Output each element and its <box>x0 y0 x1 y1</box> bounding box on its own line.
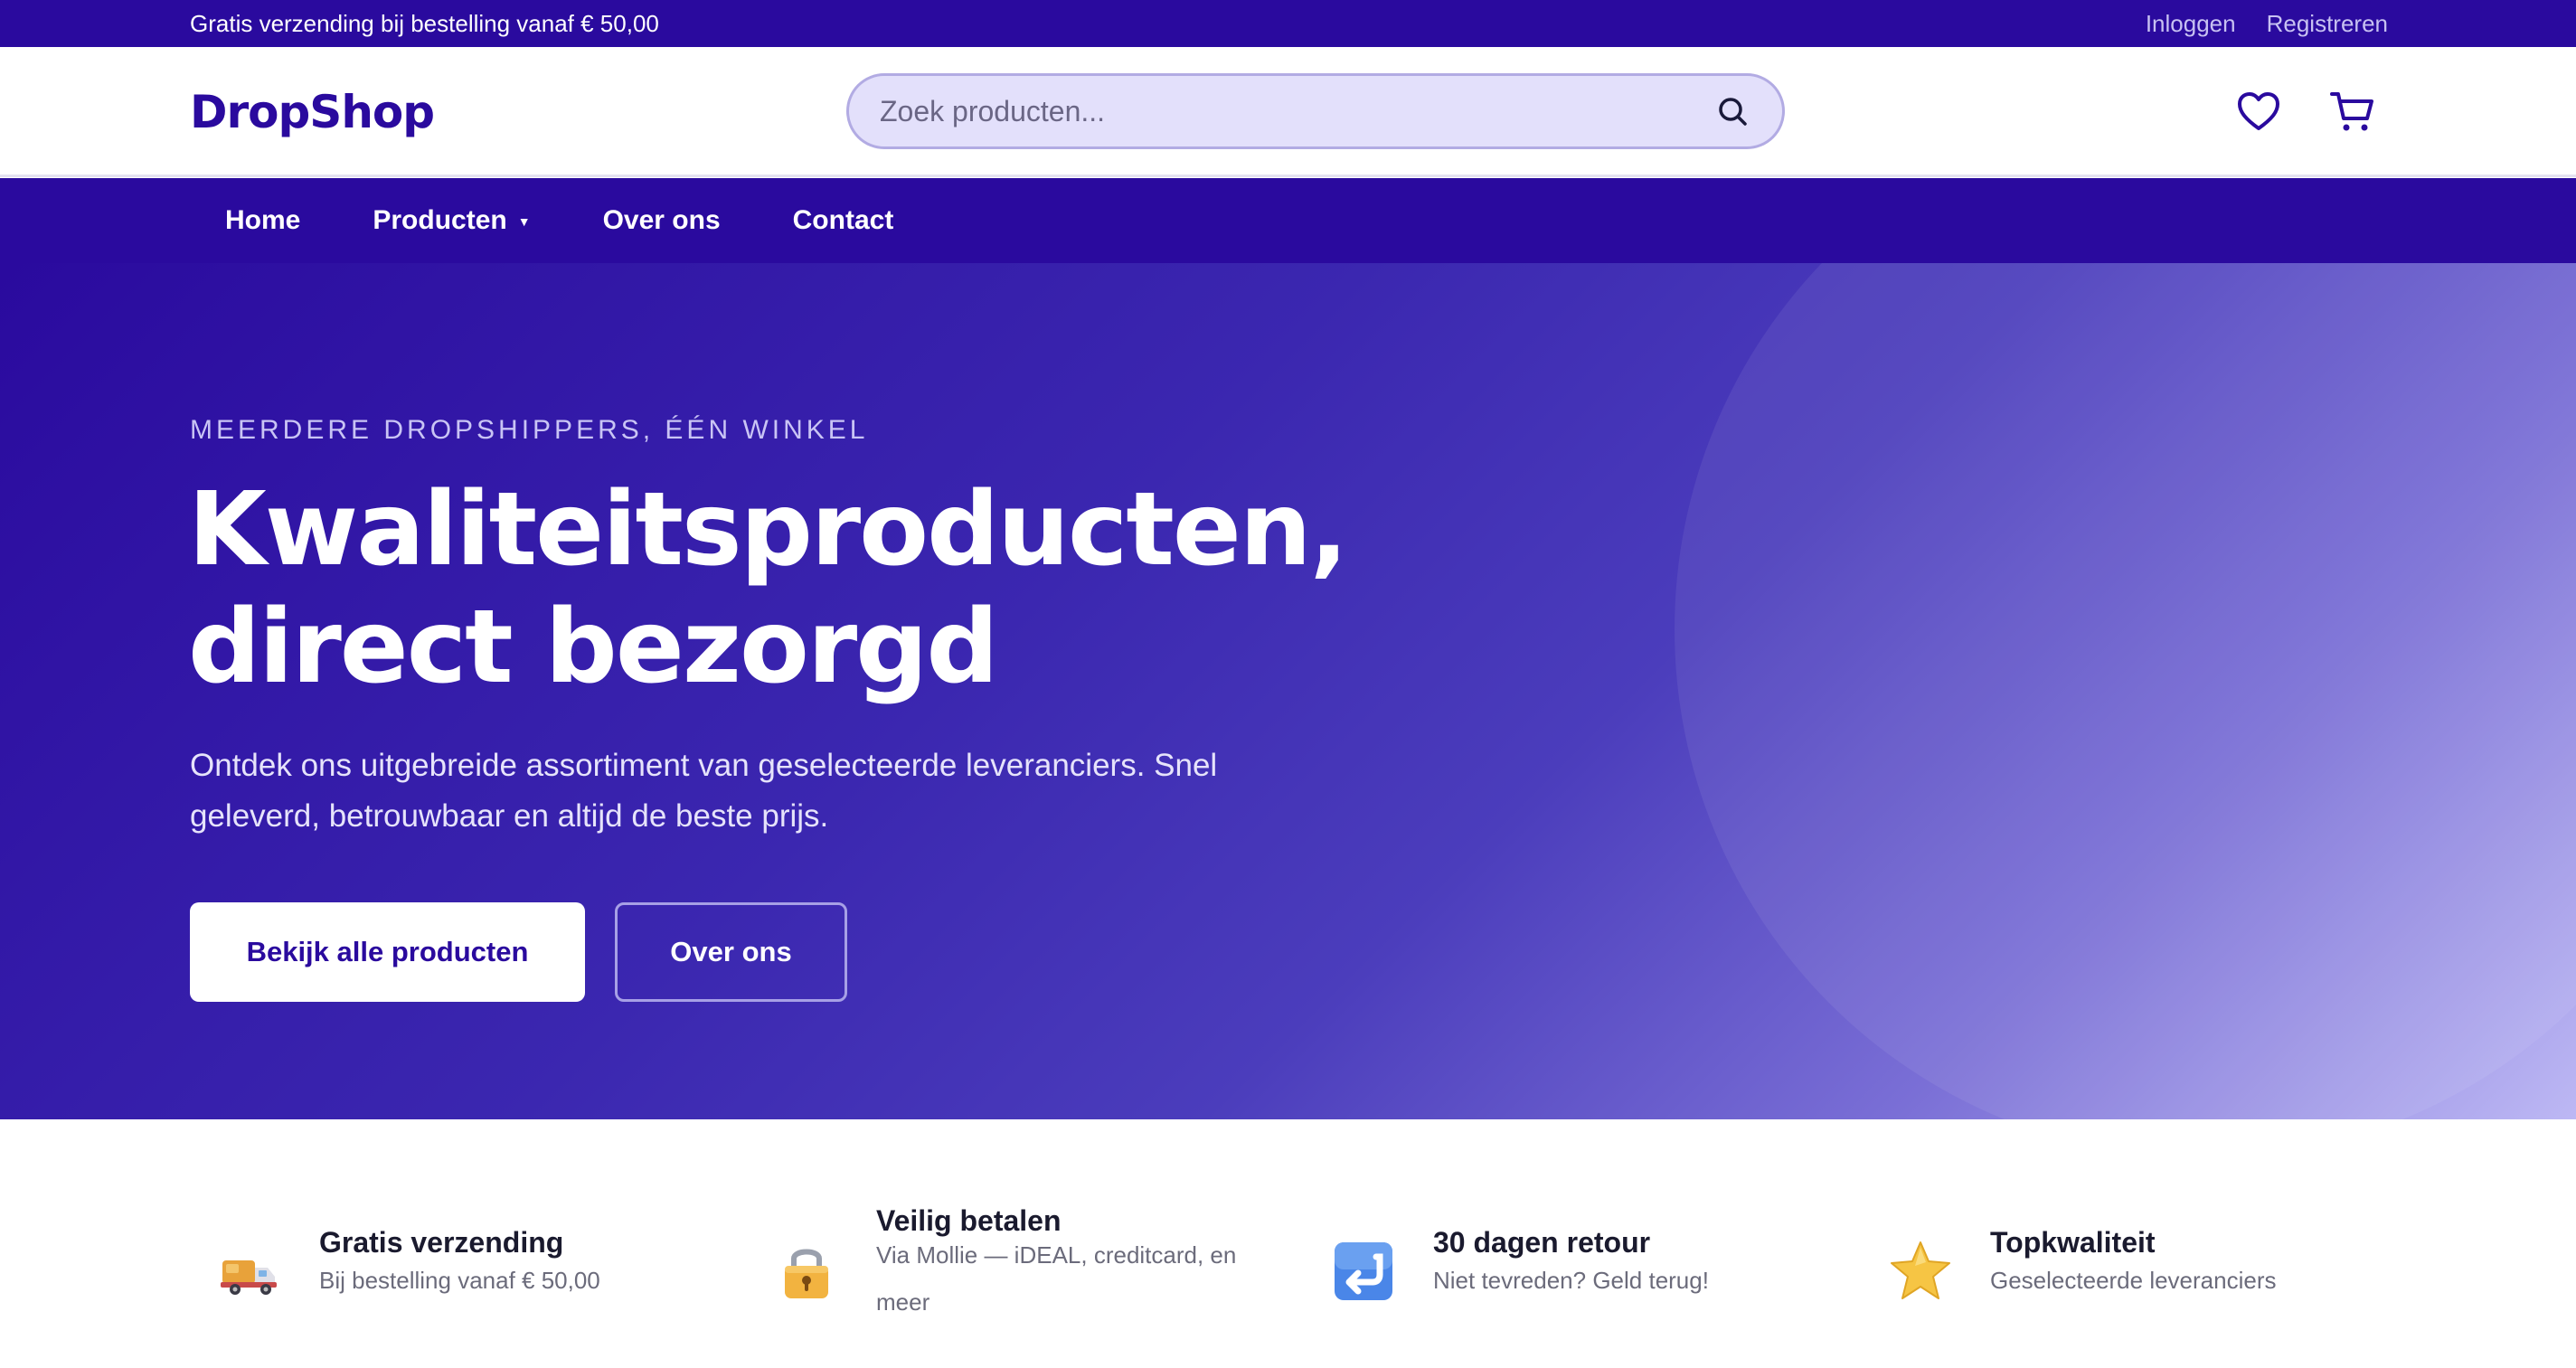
nav-item-label: Home <box>225 205 301 235</box>
nav-item-producten[interactable]: Producten ▼ <box>373 205 530 236</box>
cart-icon[interactable] <box>2329 89 2376 136</box>
features-strip: Gratis verzending Bij bestelling vanaf €… <box>0 1119 2576 1368</box>
feature-description: Niet tevreden? Geld terug! <box>1433 1267 1709 1294</box>
login-link[interactable]: Inloggen <box>2146 7 2236 40</box>
hero-lead: Ontdek ons uitgebreide assortiment van g… <box>190 741 1275 842</box>
nav-list: Home Producten ▼ Over ons Contact <box>225 178 893 263</box>
feature-title: Gratis verzending <box>319 1226 564 1259</box>
nav-item-contact[interactable]: Contact <box>793 205 894 236</box>
feature-free-shipping: Gratis verzending Bij bestelling vanaf €… <box>190 1119 696 1368</box>
decorative-circle <box>1675 263 2576 1119</box>
hero-title-line-1: Kwaliteitsproducten, <box>188 471 1348 589</box>
search-input[interactable] <box>880 89 1694 134</box>
nav-item-label: Contact <box>792 205 894 235</box>
feature-description: Geselecteerde leveranciers <box>1990 1267 2277 1294</box>
caret-down-icon: ▼ <box>517 214 531 229</box>
feature-title: 30 dagen retour <box>1433 1226 1651 1259</box>
hero-lead-line-2: geleverd, betrouwbaar en altijd de beste… <box>190 798 829 834</box>
hero-title: Kwaliteitsproducten, direct bezorgd <box>188 471 1544 706</box>
nav-item-label: Over ons <box>602 205 721 235</box>
hero-section: MEERDERE DROPSHIPPERS, ÉÉN WINKEL Kwalit… <box>0 263 2576 1119</box>
register-link[interactable]: Registreren <box>2267 7 2388 40</box>
free-shipping-promo: Gratis verzending bij bestelling vanaf €… <box>190 10 659 37</box>
hero-lead-line-1: Ontdek ons uitgebreide assortiment van g… <box>190 748 1218 783</box>
heart-icon[interactable] <box>2235 89 2282 136</box>
feature-title: Topkwaliteit <box>1990 1226 2156 1259</box>
hero-eyebrow: MEERDERE DROPSHIPPERS, ÉÉN WINKEL <box>190 415 869 445</box>
view-all-products-button[interactable]: Bekijk alle producten <box>190 902 585 1002</box>
delivery-truck-icon <box>217 1239 282 1304</box>
star-icon <box>1888 1239 1953 1304</box>
nav-item-home[interactable]: Home <box>225 205 300 236</box>
return-arrow-icon <box>1331 1239 1396 1304</box>
announcement-bar: Gratis verzending bij bestelling vanaf €… <box>0 0 2576 47</box>
nav-item-over-ons[interactable]: Over ons <box>603 205 721 236</box>
main-nav: Home Producten ▼ Over ons Contact <box>0 178 2576 263</box>
lock-icon <box>774 1239 839 1304</box>
search-icon[interactable] <box>1715 94 1751 130</box>
feature-description: Via Mollie — iDEAL, creditcard, en meer <box>876 1241 1237 1316</box>
feature-returns: 30 dagen retour Niet tevreden? Geld teru… <box>1304 1119 1810 1368</box>
feature-secure-payment: Veilig betalen Via Mollie — iDEAL, credi… <box>747 1119 1253 1368</box>
page: Gratis verzending bij bestelling vanaf €… <box>0 0 2576 1368</box>
logo[interactable]: DropShop <box>190 85 435 139</box>
nav-item-label: Producten <box>373 205 507 235</box>
feature-description: Bij bestelling vanaf € 50,00 <box>319 1267 600 1294</box>
auth-links: Inloggen Registreren <box>2146 7 2388 40</box>
search-bar <box>846 73 1785 149</box>
site-header: DropShop <box>0 47 2576 177</box>
hero-title-line-2: direct bezorgd <box>188 589 999 706</box>
about-us-button[interactable]: Over ons <box>615 902 847 1002</box>
feature-top-quality: Topkwaliteit Geselecteerde leveranciers <box>1861 1119 2367 1368</box>
